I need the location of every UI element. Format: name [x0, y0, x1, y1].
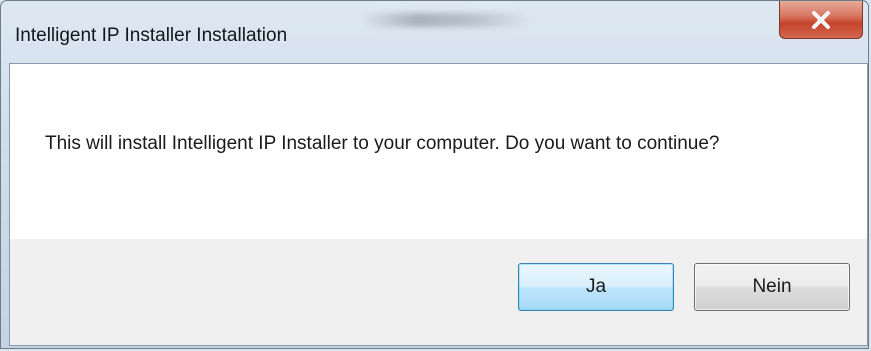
confirmation-message: This will install Intelligent IP Install… — [45, 133, 720, 154]
no-button[interactable]: Nein — [694, 263, 850, 311]
title-bar[interactable]: Intelligent IP Installer Installation — [1, 1, 868, 63]
message-area: This will install Intelligent IP Install… — [10, 64, 867, 239]
background-window-title-blur — [361, 13, 531, 27]
window-title: Intelligent IP Installer Installation — [15, 25, 288, 46]
installer-dialog-window: Intelligent IP Installer Installation Th… — [0, 0, 869, 349]
close-icon — [811, 10, 831, 29]
button-bar: Ja Nein — [10, 239, 867, 345]
close-button[interactable] — [779, 1, 863, 39]
yes-button[interactable]: Ja — [518, 263, 674, 311]
dialog-content: This will install Intelligent IP Install… — [9, 63, 868, 346]
